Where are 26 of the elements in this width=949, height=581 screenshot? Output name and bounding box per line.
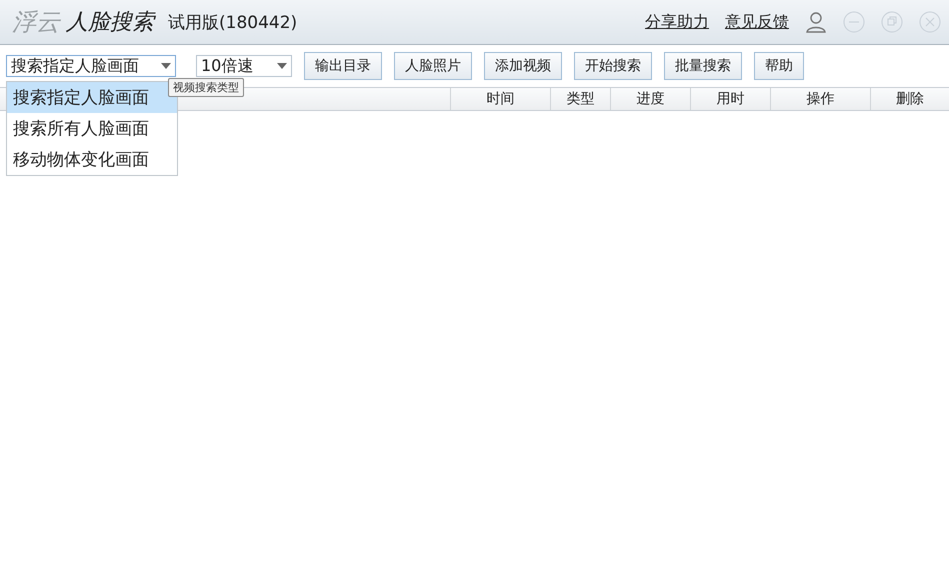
toolbar-button[interactable]: 添加视频 bbox=[484, 52, 562, 80]
toolbar-button[interactable]: 帮助 bbox=[754, 52, 804, 80]
app-logo: 浮云 bbox=[12, 7, 60, 38]
search-type-dropdown[interactable]: 搜索指定人脸画面 bbox=[6, 55, 176, 77]
toolbar-button[interactable]: 批量搜索 bbox=[664, 52, 742, 80]
toolbar-button[interactable]: 输出目录 bbox=[304, 52, 382, 80]
header-link[interactable]: 分享助力 bbox=[645, 12, 709, 32]
close-icon[interactable] bbox=[919, 11, 941, 33]
toolbar-button[interactable]: 开始搜索 bbox=[574, 52, 652, 80]
header-link[interactable]: 意见反馈 bbox=[725, 12, 789, 32]
caret-icon bbox=[161, 63, 171, 69]
edition-label: 试用版(180442) bbox=[168, 12, 298, 34]
column-header[interactable]: 类型 bbox=[550, 88, 610, 110]
caret-icon bbox=[277, 63, 287, 69]
column-header[interactable]: 时间 bbox=[450, 88, 550, 110]
column-header[interactable]: 删除 bbox=[870, 88, 949, 110]
column-header[interactable]: 进度 bbox=[610, 88, 690, 110]
column-header[interactable]: 操作 bbox=[770, 88, 870, 110]
speed-dropdown[interactable]: 10倍速 bbox=[196, 55, 292, 77]
column-header[interactable]: 用时 bbox=[690, 88, 770, 110]
user-icon[interactable] bbox=[805, 11, 827, 33]
minimize-icon[interactable] bbox=[843, 11, 865, 33]
restore-icon[interactable] bbox=[881, 11, 903, 33]
toolbar-button[interactable]: 人脸照片 bbox=[394, 52, 472, 80]
tooltip: 视频搜索类型 bbox=[168, 78, 244, 97]
app-title: 人脸搜索 bbox=[66, 9, 154, 37]
